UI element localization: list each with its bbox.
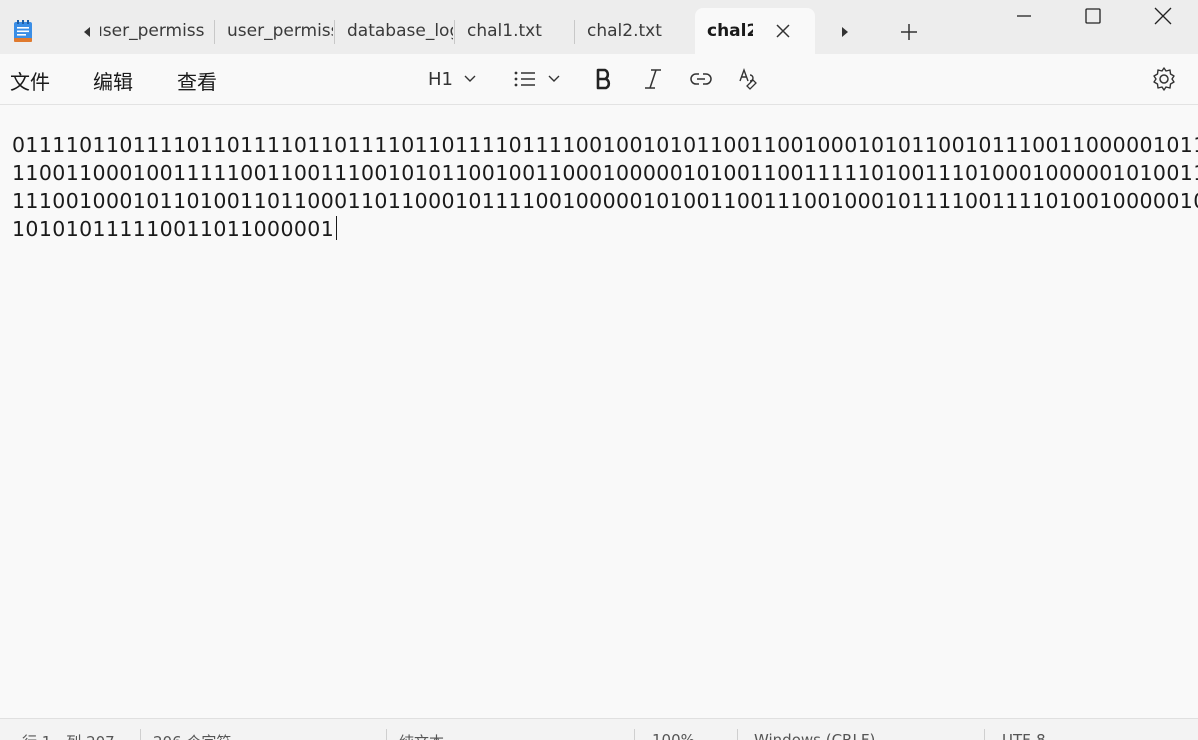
title-bar: user_permiss user_permiss database_log c… (0, 0, 1198, 54)
triangle-left-icon (84, 27, 90, 37)
link-icon (690, 73, 712, 85)
scroll-tabs-left-button[interactable] (75, 18, 99, 46)
editor-line-last: 101010111110011011000001 (12, 215, 1198, 243)
status-format[interactable]: 纯文本 (399, 731, 444, 740)
editor-line: 0111101101111011011110110111101101111011… (12, 133, 1198, 157)
menu-toolbar: 文件 编辑 查看 H1 (0, 54, 1198, 105)
minimize-button[interactable] (989, 0, 1059, 32)
new-tab-plus-icon[interactable] (896, 19, 922, 45)
status-separator (984, 729, 985, 740)
close-window-icon (1154, 7, 1172, 25)
chevron-down-icon (464, 75, 476, 82)
status-separator (737, 729, 738, 740)
link-button[interactable] (689, 64, 713, 94)
tab-label: database_log (347, 21, 453, 41)
close-window-button[interactable] (1128, 0, 1198, 32)
minimize-icon (1017, 15, 1031, 17)
italic-icon (645, 69, 661, 89)
editor-line: 1110010001011010011011000110110001011110… (12, 189, 1198, 213)
menu-file[interactable]: 文件 (10, 66, 50, 95)
text-editor[interactable]: 0111101101111011011110110111101101111011… (0, 105, 1198, 717)
tab-database-log[interactable]: database_log (335, 8, 453, 54)
scroll-tabs-right-button[interactable] (833, 18, 857, 46)
tab-label: user_permiss (100, 21, 205, 41)
tab-user-permiss-1[interactable]: user_permiss (100, 8, 214, 54)
editor-line-text: 101010111110011011000001 (12, 217, 335, 241)
menu-view[interactable]: 查看 (177, 66, 217, 95)
status-separator (140, 729, 141, 740)
tab-label: chal2. (707, 21, 753, 41)
spellcheck-button[interactable] (738, 64, 762, 94)
heading-value: H1 (428, 68, 453, 90)
italic-button[interactable] (642, 64, 664, 94)
bold-icon (596, 68, 611, 90)
tab-label: chal2.txt (587, 21, 662, 41)
status-bar: 行 1，列 207 206 个字符 纯文本 100% Windows (CRLF… (0, 718, 1198, 740)
maximize-icon (1085, 8, 1101, 24)
chevron-down-icon (548, 75, 560, 82)
tab-label: chal1.txt (467, 21, 542, 41)
tab-chal2-active[interactable]: chal2. (695, 8, 815, 54)
tab-chal2[interactable]: chal2.txt (575, 8, 693, 54)
tab-chal1[interactable]: chal1.txt (455, 8, 573, 54)
text-caret (336, 216, 338, 240)
maximize-button[interactable] (1058, 0, 1128, 32)
settings-gear-icon[interactable] (1151, 66, 1177, 92)
bulleted-list-icon (514, 71, 535, 87)
spellcheck-icon (739, 67, 757, 90)
status-separator (386, 729, 387, 740)
close-icon[interactable] (773, 21, 793, 41)
notepad-window: user_permiss user_permiss database_log c… (0, 0, 1198, 740)
status-line-ending[interactable]: Windows (CRLF) (754, 731, 875, 740)
tab-user-permiss-2[interactable]: user_permiss (215, 8, 333, 54)
tab-label: user_permiss (227, 21, 333, 41)
triangle-right-icon (842, 27, 848, 37)
list-select[interactable] (513, 64, 561, 94)
status-encoding[interactable]: UTF-8 (1002, 731, 1046, 740)
bold-button[interactable] (594, 64, 614, 94)
status-separator (634, 729, 635, 740)
editor-line: 1100110001001111100110011100101011001001… (12, 161, 1198, 185)
menu-edit[interactable]: 编辑 (93, 66, 133, 95)
status-char-count: 206 个字符 (153, 731, 231, 740)
status-zoom[interactable]: 100% (652, 731, 695, 740)
heading-select[interactable]: H1 (428, 64, 477, 94)
status-cursor-position[interactable]: 行 1，列 207 (22, 731, 115, 740)
notepad-app-icon (14, 20, 32, 42)
